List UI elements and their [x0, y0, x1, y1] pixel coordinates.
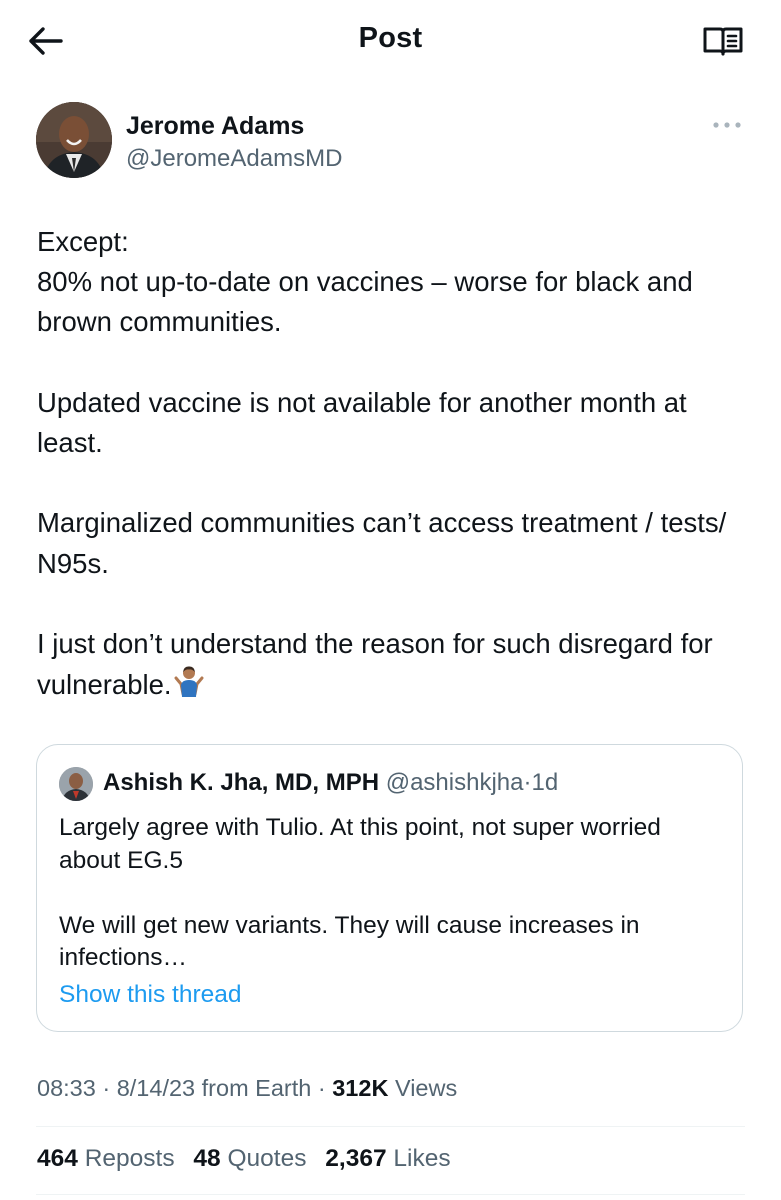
top-bar: Post: [0, 0, 781, 82]
views-label: Views: [394, 1075, 458, 1101]
reposts-label: Reposts: [84, 1145, 175, 1172]
divider: [36, 1194, 745, 1195]
reposts-stat[interactable]: 464 Reposts: [37, 1145, 181, 1172]
post-paragraph: Marginalized communities can’t access tr…: [37, 507, 727, 579]
quoted-header: Ashish K. Jha, MD, MPH @ashishkjha·1d: [103, 769, 558, 797]
post-date-source: 8/14/23 from Earth: [116, 1075, 312, 1101]
page-title: Post: [358, 22, 423, 54]
quoted-paragraph: We will get new variants. They will caus…: [59, 911, 640, 972]
engagement-stats: 464 Reposts 48 Quotes 2,367 Likes: [37, 1145, 463, 1173]
show-thread-link[interactable]: Show this thread: [59, 981, 242, 1009]
views-count[interactable]: 312K: [332, 1075, 388, 1101]
author-name[interactable]: Jerome Adams: [126, 112, 304, 141]
quoted-author-avatar[interactable]: [59, 767, 93, 801]
quotes-stat[interactable]: 48 Quotes: [193, 1145, 313, 1172]
book-open-icon: [703, 27, 743, 56]
likes-label: Likes: [393, 1145, 451, 1172]
quoted-paragraph: Largely agree with Tulio. At this point,…: [59, 814, 661, 874]
more-horizontal-icon: [713, 122, 741, 128]
more-options-button[interactable]: [710, 114, 744, 136]
post-line: 80% not up-to-date on vaccines – worse f…: [37, 266, 693, 338]
author-handle[interactable]: @JeromeAdamsMD: [126, 145, 342, 173]
quoted-post[interactable]: Ashish K. Jha, MD, MPH @ashishkjha·1d La…: [36, 744, 743, 1032]
quoted-author-name[interactable]: Ashish K. Jha, MD, MPH: [103, 769, 379, 796]
reader-mode-button[interactable]: [700, 22, 746, 60]
quoted-text: Largely agree with Tulio. At this point,…: [59, 812, 719, 975]
likes-count: 2,367: [325, 1145, 387, 1172]
meta-separator: ·: [317, 1075, 326, 1101]
quotes-label: Quotes: [227, 1145, 307, 1172]
person-shrugging-emoji: [174, 666, 204, 698]
post-line: Except:: [37, 226, 129, 257]
likes-stat[interactable]: 2,367 Likes: [325, 1145, 450, 1172]
post-line: I just don’t understand the reason for s…: [37, 627, 713, 701]
author-avatar[interactable]: [36, 102, 112, 178]
post-paragraph: Except: 80% not up-to-date on vaccines –…: [37, 222, 752, 343]
divider: [36, 1126, 745, 1127]
post-text: Except: 80% not up-to-date on vaccines –…: [37, 222, 752, 705]
post-author: Jerome Adams @JeromeAdamsMD: [36, 102, 746, 182]
reposts-count: 464: [37, 1145, 78, 1172]
quotes-count: 48: [193, 1145, 221, 1172]
quoted-author-handle[interactable]: @ashishkjha: [386, 769, 524, 796]
meta-separator: ·: [102, 1075, 111, 1101]
post-paragraph: I just don’t understand the reason for s…: [37, 624, 752, 705]
post-meta: 08:33 · 8/14/23 from Earth · 312K Views: [37, 1075, 457, 1102]
post-time[interactable]: 08:33: [37, 1075, 96, 1101]
quoted-timestamp[interactable]: 1d: [531, 769, 558, 796]
post-paragraph: Updated vaccine is not available for ano…: [37, 386, 687, 458]
